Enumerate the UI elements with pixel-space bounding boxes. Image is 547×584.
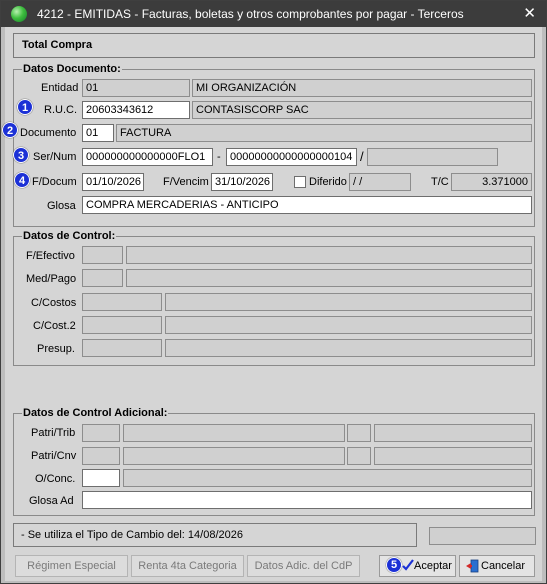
ruc-name-field: CONTASISCORP SAC <box>192 101 532 119</box>
glosa-label: Glosa <box>47 200 76 212</box>
aceptar-label: Aceptar <box>414 560 452 572</box>
patritrib-desc2-field <box>374 424 532 442</box>
dialog-body: Total Compra Datos Documento: Entidad 01… <box>2 27 542 581</box>
ccostos-code-field <box>82 293 162 311</box>
patricnv-label: Patri/Cnv <box>31 450 77 462</box>
datos-adic-cdp-button[interactable]: Datos Adic. del CdP <box>247 555 360 577</box>
numero-extra-field <box>367 148 498 166</box>
documento-code-input[interactable]: 01 <box>82 124 114 142</box>
oconc-desc-field <box>123 469 532 487</box>
aceptar-button[interactable]: 5 Aceptar <box>379 555 456 577</box>
patritrib-label: Patri/Trib <box>31 427 76 439</box>
tc-label: T/C <box>431 176 449 188</box>
fvencim-label: F/Vencim <box>163 176 209 188</box>
serie-dash: - <box>217 151 221 163</box>
oconc-input[interactable] <box>82 469 120 487</box>
tc-field: 3.371000 <box>451 173 532 191</box>
entidad-name-field: MI ORGANIZACIÓN <box>192 79 532 97</box>
presup-label: Presup. <box>37 343 75 355</box>
renta-4ta-button[interactable]: Renta 4ta Categoria <box>131 555 244 577</box>
datos-control-title: Datos de Control: <box>22 230 117 242</box>
ccost2-code-field <box>82 316 162 334</box>
fefectivo-desc-field <box>126 246 532 264</box>
window-title: 4212 - EMITIDAS - Facturas, boletas y ot… <box>37 7 464 21</box>
numero-slash: / <box>360 149 364 164</box>
checkmark-icon <box>402 558 414 572</box>
ccost2-label: C/Cost.2 <box>33 320 76 332</box>
step-badge-5: 5 <box>386 557 402 573</box>
presup-desc-field <box>165 339 532 357</box>
close-icon[interactable]: ✕ <box>523 4 536 22</box>
dialog-window: 4212 - EMITIDAS - Facturas, boletas y ot… <box>0 0 547 584</box>
patritrib-desc-field <box>123 424 345 442</box>
ccostos-label: C/Costos <box>31 297 77 309</box>
fdocum-label: F/Docum <box>32 176 77 188</box>
datos-documento-title: Datos Documento: <box>22 63 122 75</box>
entidad-label: Entidad <box>41 82 79 94</box>
fefectivo-label: F/Efectivo <box>26 250 75 262</box>
patricnv-code2-field <box>347 447 371 465</box>
sernum-label: Ser/Num <box>33 151 77 163</box>
entidad-code-field: 01 <box>82 79 190 97</box>
patricnv-desc2-field <box>374 447 532 465</box>
serie-input[interactable]: 000000000000000FLO1 <box>82 148 213 166</box>
title-bar[interactable]: 4212 - EMITIDAS - Facturas, boletas y ot… <box>1 1 546 27</box>
step-badge-1: 1 <box>17 99 33 115</box>
diferido-checkbox[interactable] <box>294 176 306 188</box>
documento-name-field: FACTURA <box>116 124 532 142</box>
documento-label: Documento <box>20 127 77 139</box>
patritrib-code-field <box>82 424 120 442</box>
diferido-label: Diferido <box>309 176 347 188</box>
regimen-especial-button[interactable]: Régimen Especial <box>15 555 128 577</box>
cancelar-button[interactable]: Cancelar <box>459 555 535 577</box>
patricnv-desc-field <box>123 447 345 465</box>
oconc-label: O/Conc. <box>35 473 76 485</box>
fdocum-input[interactable]: 01/10/2026 <box>82 173 144 191</box>
ruc-label: R.U.C. <box>44 104 77 116</box>
status-extra-field <box>429 527 536 545</box>
glosa-ad-input[interactable] <box>82 491 532 509</box>
datos-control-adicional-title: Datos de Control Adicional: <box>22 407 169 419</box>
ruc-input[interactable]: 20603343612 <box>82 101 190 119</box>
fvencim-input[interactable]: 31/10/2026 <box>211 173 273 191</box>
cancelar-label: Cancelar <box>481 560 526 572</box>
exit-door-icon <box>465 559 479 573</box>
status-message: - Se utiliza el Tipo de Cambio del: 14/0… <box>21 529 243 541</box>
ccost2-desc-field <box>165 316 532 334</box>
patricnv-code-field <box>82 447 120 465</box>
medpago-label: Med/Pago <box>26 273 77 285</box>
medpago-desc-field <box>126 269 532 287</box>
glosa-input[interactable]: COMPRA MERCADERIAS - ANTICIPO <box>82 196 532 214</box>
patritrib-code2-field <box>347 424 371 442</box>
step-badge-4: 4 <box>14 172 30 188</box>
app-logo-icon <box>11 6 27 22</box>
ccostos-desc-field <box>165 293 532 311</box>
diferido-date-field: / / <box>349 173 411 191</box>
step-badge-2: 2 <box>2 122 18 138</box>
step-badge-3: 3 <box>13 147 29 163</box>
status-message-box: - Se utiliza el Tipo de Cambio del: 14/0… <box>13 523 417 547</box>
numero-input[interactable]: 00000000000000000104 <box>226 148 357 166</box>
total-compra-header: Total Compra <box>13 33 535 58</box>
glosa-ad-label: Glosa Ad <box>29 495 74 507</box>
medpago-code-field <box>82 269 123 287</box>
total-compra-label: Total Compra <box>22 39 93 51</box>
presup-code-field <box>82 339 162 357</box>
fefectivo-code-field <box>82 246 123 264</box>
